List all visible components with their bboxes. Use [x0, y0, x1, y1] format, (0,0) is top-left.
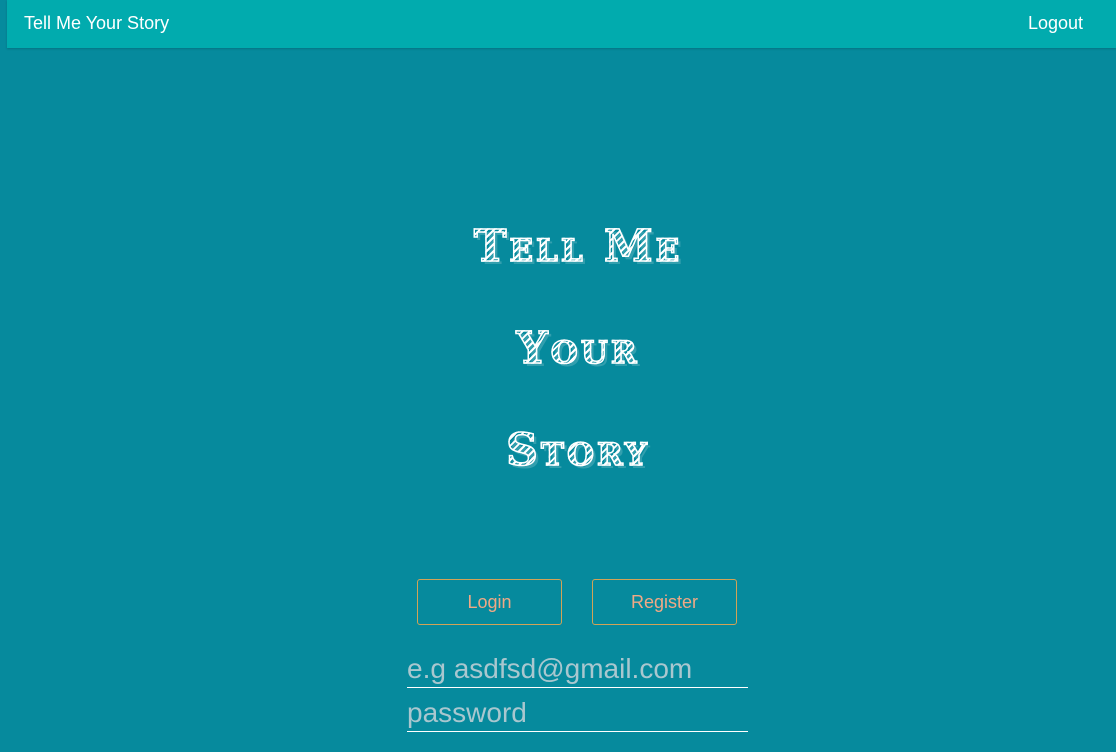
register-button[interactable]: Register	[592, 579, 737, 625]
hero-title-line-3: Story	[378, 421, 778, 481]
email-input[interactable]	[407, 651, 748, 688]
logout-link[interactable]: Logout	[1028, 13, 1083, 33]
hero-title: Tell Me Your Story	[378, 205, 778, 495]
hero-title-line-1: Tell Me	[378, 217, 778, 277]
top-navbar: Tell Me Your Story Logout	[7, 0, 1116, 48]
login-button[interactable]: Login	[417, 579, 562, 625]
brand-link[interactable]: Tell Me Your Story	[24, 13, 169, 33]
password-input[interactable]	[407, 695, 748, 732]
hero-title-line-2: Your	[378, 319, 778, 379]
